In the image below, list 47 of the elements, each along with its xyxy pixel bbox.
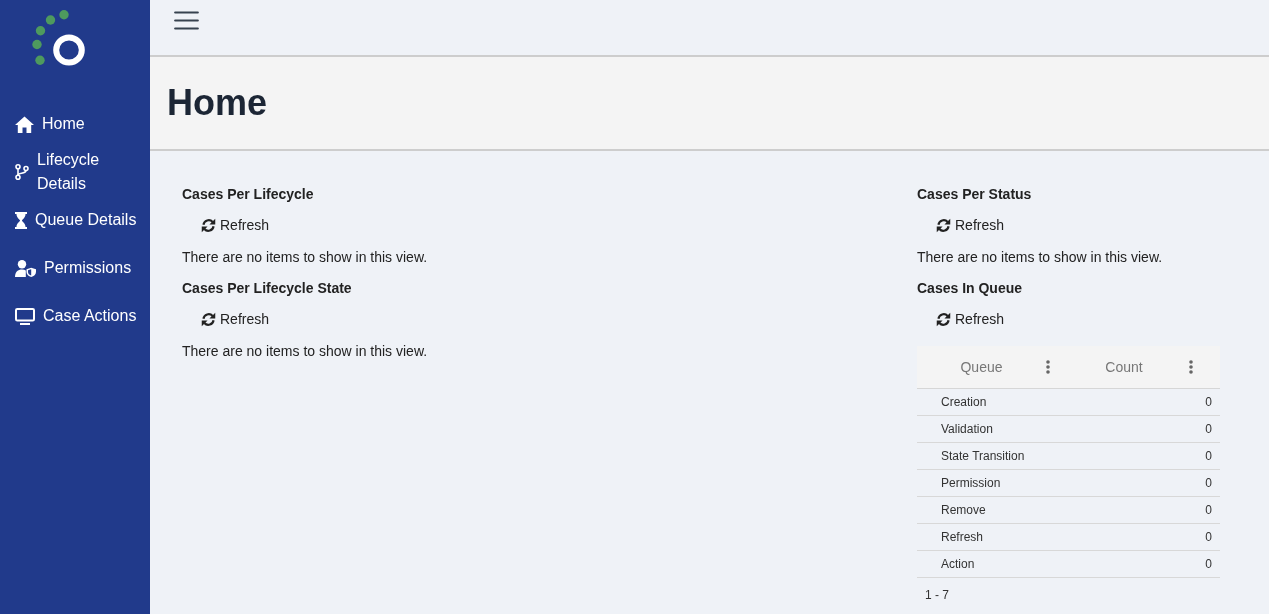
refresh-icon	[201, 311, 216, 327]
nav-item[interactable]: Lifecycle Details	[0, 148, 150, 196]
section-title: Cases Per Status	[917, 185, 1032, 204]
refresh-icon	[201, 217, 216, 233]
refresh-button[interactable]: Refresh	[197, 212, 274, 238]
empty-message: There are no items to show in this view.	[182, 248, 428, 267]
table-cell-text: Creation	[940, 395, 987, 409]
table-cell-text: State Transition	[940, 449, 1025, 463]
home-icon	[15, 115, 34, 133]
refresh-button[interactable]: Refresh	[932, 212, 1009, 238]
hourglass-icon	[15, 211, 27, 229]
logo-icon	[32, 10, 86, 66]
table-cell-text: 0	[1205, 422, 1213, 436]
kebab-menu-icon[interactable]	[1189, 360, 1193, 374]
kebab-menu-icon[interactable]	[1046, 360, 1050, 374]
table-cell-text: 0	[1205, 395, 1213, 409]
section-title: Cases In Queue	[917, 279, 1023, 298]
refresh-icon	[936, 217, 951, 233]
column-header[interactable]: Queue	[960, 359, 1003, 375]
table-cell-text: 0	[1205, 503, 1213, 517]
table-cell-text: Permission	[940, 476, 1001, 490]
column-header[interactable]: Count	[1105, 359, 1143, 375]
table-cell-text: 0	[1205, 557, 1213, 571]
branch-icon	[15, 164, 29, 180]
refresh-button[interactable]: Refresh	[932, 306, 1009, 332]
nav-item[interactable]: Permissions	[0, 244, 150, 292]
table-cell-text: 0	[1205, 530, 1213, 544]
nav-item[interactable]: Home	[0, 100, 150, 148]
section-title: Cases Per Lifecycle State	[182, 279, 352, 298]
table-cell-text: Refresh	[940, 530, 984, 544]
user-shield-icon	[15, 259, 36, 277]
table-cell-text: 0	[1205, 449, 1213, 463]
monitor-icon	[15, 307, 35, 325]
nav-item[interactable]: Case Actions	[0, 292, 150, 340]
pagination-label: 1 - 7	[925, 588, 949, 602]
nav-item[interactable]: Queue Details	[0, 196, 150, 244]
table-cell-text: 0	[1205, 476, 1213, 490]
table-cell-text: Remove	[940, 503, 986, 517]
refresh-button[interactable]: Refresh	[197, 306, 274, 332]
section-title: Cases Per Lifecycle	[182, 185, 314, 204]
menu-icon	[173, 10, 199, 30]
empty-message: There are no items to show in this view.	[182, 342, 428, 361]
table-cell-text: Validation	[940, 422, 993, 436]
table-cell-text: Action	[940, 557, 975, 571]
page-title: Home	[167, 81, 268, 125]
refresh-icon	[936, 311, 951, 327]
empty-message: There are no items to show in this view.	[917, 248, 1163, 267]
